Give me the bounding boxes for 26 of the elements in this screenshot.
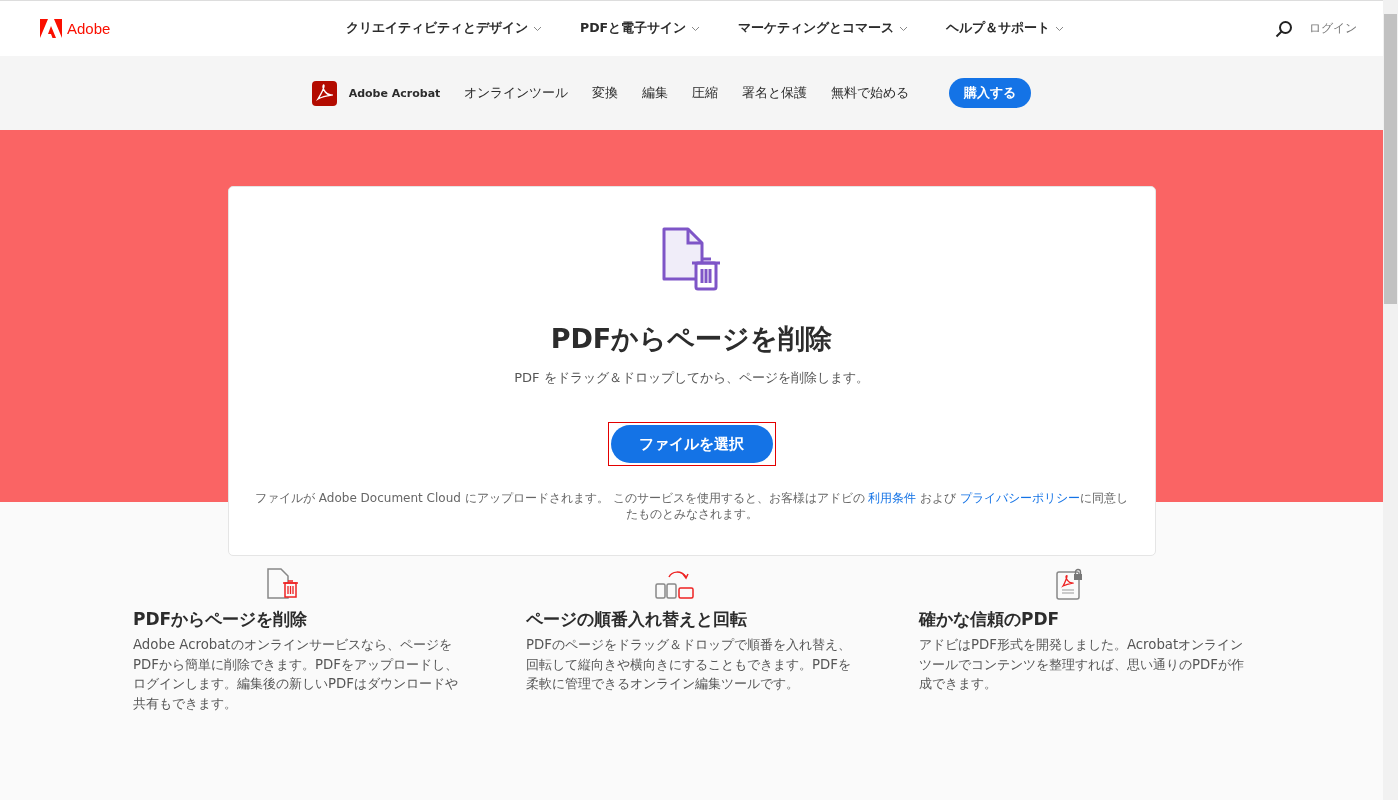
buy-button[interactable]: 購入する xyxy=(949,78,1032,108)
feature-title: ページの順番入れ替えと回転 xyxy=(526,608,748,631)
nav-menu-item[interactable]: マーケティングとコマース xyxy=(738,20,909,37)
product-menu-item[interactable]: 圧縮 xyxy=(692,84,719,102)
adobe-brand-link[interactable]: Adobe xyxy=(67,20,111,37)
product-menu-item[interactable]: 無料で始める xyxy=(831,84,910,102)
feature-description: Adobe Acrobatのオンラインサービスなら、ページをPDFから簡単に削除できます。PDFをアップロードし、ログインします。編集後の新しいPDFはダウンロードや共有もできます。 xyxy=(133,636,459,713)
nav-menu-item[interactable]: ヘルプ＆サポート xyxy=(946,20,1065,37)
privacy-policy-link[interactable]: プライバシーポリシー xyxy=(959,491,1080,505)
page-title: PDFからページを削除 xyxy=(550,322,833,356)
feature-description: PDFのページをドラッグ＆ドロップで順番を入れ替え、回転して縦向きや横向きにすることもできます。PDFを柔軟に管理できるオンライン編集ツールです。 xyxy=(526,636,852,693)
nav-menu-item[interactable]: クリエイティビティとデザイン xyxy=(346,20,542,37)
product-name[interactable]: Adobe Acrobat xyxy=(348,86,441,100)
nav-menu-item[interactable]: PDFと電子サイン xyxy=(580,20,701,37)
feature-title: 確かな信頼のPDF xyxy=(919,608,1061,631)
product-menu-item[interactable]: 変換 xyxy=(592,84,619,102)
product-menu-item[interactable]: 署名と保護 xyxy=(742,84,808,102)
login-link[interactable]: ログイン xyxy=(1309,20,1357,37)
product-menu-item[interactable]: オンラインツール xyxy=(464,84,569,102)
upload-notice: ファイルが Adobe Document Cloud にアップロードされます。 このサービスを使用すると、お客様はアドビの 利用条件 および プライバシーポリシーに同意したものとみなされます。 xyxy=(254,490,1129,522)
instruction-text: PDF をドラッグ＆ドロップしてから、ページを削除します。 xyxy=(514,369,869,387)
terms-link[interactable]: 利用条件 xyxy=(868,491,917,505)
feature-title: PDFからページを削除 xyxy=(133,608,309,631)
product-menu-item[interactable]: 編集 xyxy=(642,84,669,102)
feature-description: アドビはPDF形式を開発しました。Acrobatオンラインツールでコンテンツを整理すれば、思い通りのPDFが作成できます。 xyxy=(919,636,1245,693)
choose-file-button[interactable]: ファイルを選択 xyxy=(610,425,773,463)
